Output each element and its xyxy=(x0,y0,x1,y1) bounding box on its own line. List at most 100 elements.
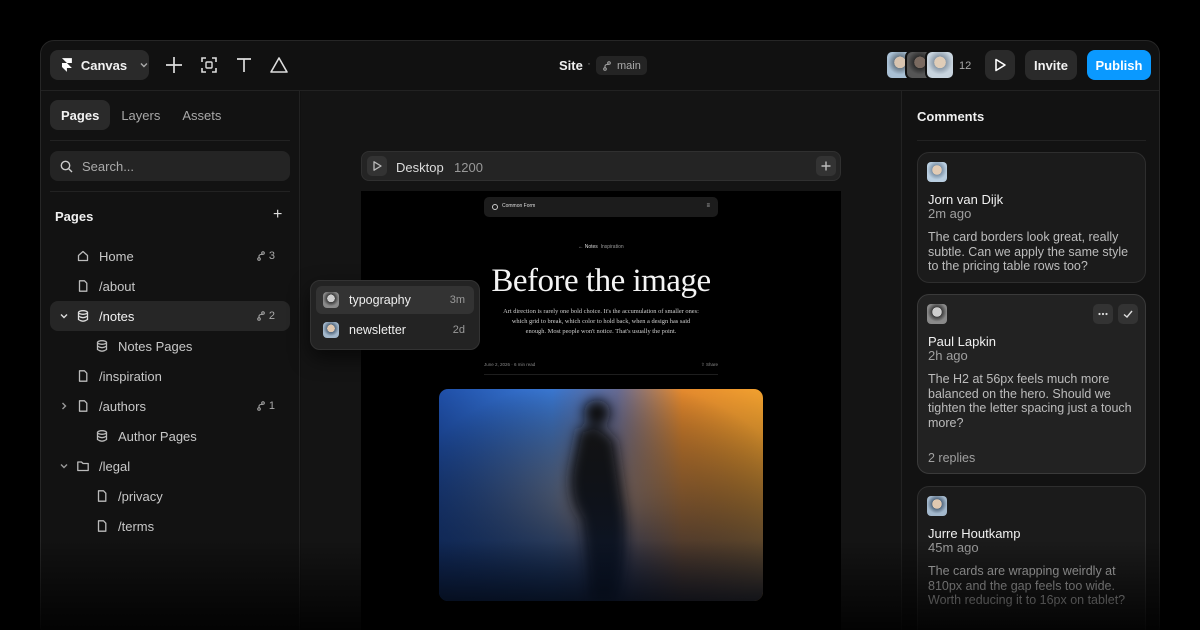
comment-replies-link[interactable]: 2 replies xyxy=(928,451,975,465)
comments-panel: Comments Jorn van Dijk 2m ago The card b… xyxy=(901,91,1159,630)
play-icon xyxy=(995,58,1006,72)
frame-width: 1200 xyxy=(454,160,483,175)
site-title[interactable]: Site xyxy=(559,58,583,73)
branch-count-badge: 1 xyxy=(256,400,275,412)
avatar xyxy=(323,322,339,338)
framer-logo-icon xyxy=(61,58,72,72)
page-item-terms[interactable]: /terms xyxy=(50,511,290,541)
add-breakpoint-button[interactable] xyxy=(816,156,836,176)
page-item-legal[interactable]: /legal xyxy=(50,451,290,481)
preview-button[interactable] xyxy=(985,50,1015,80)
home-icon xyxy=(77,250,89,262)
popover-label: newsletter xyxy=(349,323,406,337)
badge-count: 1 xyxy=(268,400,275,412)
search-input[interactable]: Search... xyxy=(50,151,290,181)
more-icon xyxy=(1098,312,1108,316)
page-item-notes[interactable]: /notes 2 xyxy=(50,301,290,331)
branch-chip[interactable]: main xyxy=(596,56,647,75)
tab-assets[interactable]: Assets xyxy=(171,100,232,130)
resolve-button[interactable] xyxy=(1118,304,1138,324)
comments-title: Comments xyxy=(917,109,985,124)
canvas-area[interactable]: Desktop 1200 Common Form ≡ ← Notes Inspi… xyxy=(301,91,901,630)
frame-tool-icon[interactable] xyxy=(199,55,219,75)
page-icon xyxy=(97,520,107,532)
play-icon xyxy=(373,161,382,171)
collaborator-count: 12 xyxy=(959,60,972,72)
page-label: /terms xyxy=(118,519,155,534)
page-item-inspiration[interactable]: /inspiration xyxy=(50,361,290,391)
comment-author: Paul Lapkin xyxy=(928,334,996,349)
page-icon xyxy=(78,280,88,292)
comment-card[interactable]: Jurre Houtkamp 45m ago The cards are wra… xyxy=(917,486,1146,630)
plus-icon xyxy=(821,161,831,171)
comment-card[interactable]: Paul Lapkin 2h ago The H2 at 56px feels … xyxy=(917,294,1146,474)
desktop-frame-preview[interactable]: Common Form ≡ ← Notes Inspiration Before… xyxy=(361,191,841,630)
page-label: /legal xyxy=(99,459,131,474)
comment-author: Jurre Houtkamp xyxy=(928,526,1021,541)
chevron-down-icon[interactable] xyxy=(59,311,69,321)
page-label: Home xyxy=(99,249,134,264)
database-icon xyxy=(96,340,108,352)
divider xyxy=(50,191,290,192)
text-tool-icon[interactable] xyxy=(234,55,254,75)
branch-icon xyxy=(257,251,265,261)
branch-icon xyxy=(257,311,265,321)
page-label: Author Pages xyxy=(118,429,197,444)
avatar xyxy=(927,162,947,182)
insert-icon[interactable] xyxy=(164,55,184,75)
popover-item-typography[interactable]: typography 3m xyxy=(316,286,474,314)
chevron-down-icon[interactable] xyxy=(59,461,69,471)
left-panel: Pages Layers Assets Search... Pages + Ho… xyxy=(41,91,300,630)
popover-time: 3m xyxy=(449,294,465,306)
page-item-authors[interactable]: /authors 1 xyxy=(50,391,290,421)
branch-icon xyxy=(257,401,265,411)
comment-text: The cards are wrapping weirdly at 810px … xyxy=(928,564,1126,607)
tab-pages[interactable]: Pages xyxy=(50,100,111,130)
branch-count-badge: 2 xyxy=(256,310,275,322)
page-item-notes-pages[interactable]: Notes Pages xyxy=(50,331,290,361)
divider xyxy=(917,140,1146,141)
more-options-button[interactable] xyxy=(1093,304,1113,324)
tab-layers[interactable]: Layers xyxy=(110,100,171,130)
popover-item-newsletter[interactable]: newsletter 2d xyxy=(316,316,474,344)
pages-section-title: Pages xyxy=(55,209,94,224)
database-icon xyxy=(96,430,108,442)
chevron-right-icon[interactable] xyxy=(59,401,69,411)
vector-tool-icon[interactable] xyxy=(269,55,289,75)
check-icon xyxy=(1123,310,1133,318)
branch-popover: typography 3m newsletter 2d xyxy=(310,280,480,350)
collaborator-avatars[interactable] xyxy=(885,50,955,80)
comment-text: The card borders look great, really subt… xyxy=(928,230,1129,273)
database-icon xyxy=(77,310,89,322)
frame-header[interactable]: Desktop 1200 xyxy=(361,151,841,181)
preview-breadcrumb: ← Notes Inspiration xyxy=(361,244,841,250)
comment-card[interactable]: Jorn van Dijk 2m ago The card borders lo… xyxy=(917,152,1146,283)
page-item-privacy[interactable]: /privacy xyxy=(50,481,290,511)
preview-share: ⇧ Share xyxy=(700,362,718,367)
publish-button[interactable]: Publish xyxy=(1087,50,1151,80)
comment-time: 45m ago xyxy=(928,540,979,555)
comment-text: The H2 at 56px feels much more balanced … xyxy=(928,372,1132,430)
popover-label: typography xyxy=(349,293,411,307)
frame-preview-button[interactable] xyxy=(367,156,387,176)
page-label: Notes Pages xyxy=(118,339,193,354)
page-item-author-pages[interactable]: Author Pages xyxy=(50,421,290,451)
page-label: /about xyxy=(99,279,136,294)
folder-icon xyxy=(77,461,89,472)
page-icon xyxy=(97,490,107,502)
frame-name: Desktop xyxy=(396,160,444,175)
canvas-menu-button[interactable]: Canvas xyxy=(50,50,149,80)
page-item-about[interactable]: /about xyxy=(50,271,290,301)
menu-icon: ≡ xyxy=(706,203,710,209)
preview-navbar: Common Form ≡ xyxy=(484,197,718,217)
branch-icon xyxy=(603,60,611,71)
avatar xyxy=(927,496,947,516)
preview-subtitle: Art direction is rarely one bold choice.… xyxy=(503,308,699,335)
avatar xyxy=(323,292,339,308)
page-item-home[interactable]: Home 3 xyxy=(50,241,290,271)
search-placeholder: Search... xyxy=(82,158,135,174)
add-page-button[interactable]: + xyxy=(273,207,282,223)
invite-button[interactable]: Invite xyxy=(1025,50,1077,80)
editor-window: Canvas Site · main 12 Invite Publish Pag… xyxy=(40,40,1160,630)
canvas-label: Canvas xyxy=(80,57,128,73)
